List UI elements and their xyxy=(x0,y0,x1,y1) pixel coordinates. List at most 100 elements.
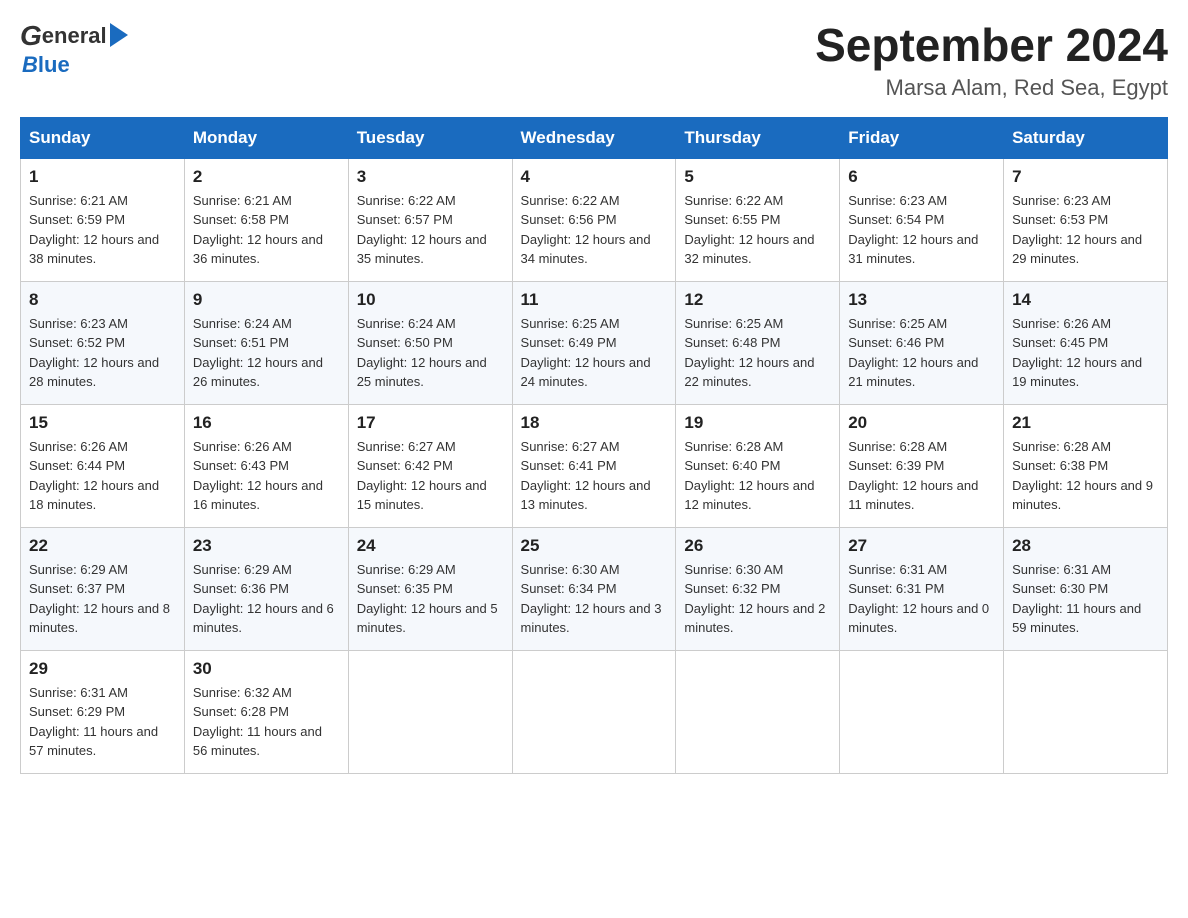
page-header: G eneral B lue September 2024 Marsa Alam… xyxy=(20,20,1168,101)
day-info: Sunrise: 6:25 AMSunset: 6:46 PMDaylight:… xyxy=(848,316,978,390)
calendar-cell: 10 Sunrise: 6:24 AMSunset: 6:50 PMDaylig… xyxy=(348,281,512,404)
calendar-cell: 19 Sunrise: 6:28 AMSunset: 6:40 PMDaylig… xyxy=(676,404,840,527)
day-info: Sunrise: 6:29 AMSunset: 6:35 PMDaylight:… xyxy=(357,562,498,636)
day-info: Sunrise: 6:23 AMSunset: 6:52 PMDaylight:… xyxy=(29,316,159,390)
day-number: 15 xyxy=(29,413,176,433)
calendar-week-row: 29 Sunrise: 6:31 AMSunset: 6:29 PMDaylig… xyxy=(21,650,1168,773)
calendar-table: SundayMondayTuesdayWednesdayThursdayFrid… xyxy=(20,117,1168,774)
day-info: Sunrise: 6:21 AMSunset: 6:58 PMDaylight:… xyxy=(193,193,323,267)
day-number: 9 xyxy=(193,290,340,310)
day-info: Sunrise: 6:24 AMSunset: 6:51 PMDaylight:… xyxy=(193,316,323,390)
day-number: 14 xyxy=(1012,290,1159,310)
day-number: 5 xyxy=(684,167,831,187)
calendar-cell: 1 Sunrise: 6:21 AMSunset: 6:59 PMDayligh… xyxy=(21,158,185,281)
day-info: Sunrise: 6:26 AMSunset: 6:44 PMDaylight:… xyxy=(29,439,159,513)
calendar-cell: 25 Sunrise: 6:30 AMSunset: 6:34 PMDaylig… xyxy=(512,527,676,650)
calendar-cell: 27 Sunrise: 6:31 AMSunset: 6:31 PMDaylig… xyxy=(840,527,1004,650)
calendar-cell: 14 Sunrise: 6:26 AMSunset: 6:45 PMDaylig… xyxy=(1004,281,1168,404)
day-number: 13 xyxy=(848,290,995,310)
calendar-cell: 21 Sunrise: 6:28 AMSunset: 6:38 PMDaylig… xyxy=(1004,404,1168,527)
calendar-week-row: 8 Sunrise: 6:23 AMSunset: 6:52 PMDayligh… xyxy=(21,281,1168,404)
calendar-cell: 13 Sunrise: 6:25 AMSunset: 6:46 PMDaylig… xyxy=(840,281,1004,404)
day-info: Sunrise: 6:28 AMSunset: 6:38 PMDaylight:… xyxy=(1012,439,1153,513)
calendar-cell: 16 Sunrise: 6:26 AMSunset: 6:43 PMDaylig… xyxy=(184,404,348,527)
logo-lue: lue xyxy=(38,52,70,78)
logo-arrow-icon xyxy=(110,23,128,47)
day-info: Sunrise: 6:31 AMSunset: 6:30 PMDaylight:… xyxy=(1012,562,1141,636)
day-number: 26 xyxy=(684,536,831,556)
day-number: 16 xyxy=(193,413,340,433)
day-number: 8 xyxy=(29,290,176,310)
calendar-cell: 29 Sunrise: 6:31 AMSunset: 6:29 PMDaylig… xyxy=(21,650,185,773)
col-header-tuesday: Tuesday xyxy=(348,117,512,158)
day-info: Sunrise: 6:25 AMSunset: 6:49 PMDaylight:… xyxy=(521,316,651,390)
calendar-subtitle: Marsa Alam, Red Sea, Egypt xyxy=(815,75,1168,101)
col-header-friday: Friday xyxy=(840,117,1004,158)
day-number: 30 xyxy=(193,659,340,679)
logo: G eneral B lue xyxy=(20,20,128,78)
col-header-thursday: Thursday xyxy=(676,117,840,158)
day-info: Sunrise: 6:31 AMSunset: 6:31 PMDaylight:… xyxy=(848,562,989,636)
calendar-cell: 5 Sunrise: 6:22 AMSunset: 6:55 PMDayligh… xyxy=(676,158,840,281)
col-header-saturday: Saturday xyxy=(1004,117,1168,158)
day-number: 17 xyxy=(357,413,504,433)
day-number: 21 xyxy=(1012,413,1159,433)
calendar-header-row: SundayMondayTuesdayWednesdayThursdayFrid… xyxy=(21,117,1168,158)
day-number: 4 xyxy=(521,167,668,187)
calendar-cell: 28 Sunrise: 6:31 AMSunset: 6:30 PMDaylig… xyxy=(1004,527,1168,650)
day-info: Sunrise: 6:28 AMSunset: 6:39 PMDaylight:… xyxy=(848,439,978,513)
day-number: 29 xyxy=(29,659,176,679)
day-info: Sunrise: 6:23 AMSunset: 6:53 PMDaylight:… xyxy=(1012,193,1142,267)
day-info: Sunrise: 6:24 AMSunset: 6:50 PMDaylight:… xyxy=(357,316,487,390)
calendar-cell: 30 Sunrise: 6:32 AMSunset: 6:28 PMDaylig… xyxy=(184,650,348,773)
calendar-cell: 8 Sunrise: 6:23 AMSunset: 6:52 PMDayligh… xyxy=(21,281,185,404)
calendar-cell: 3 Sunrise: 6:22 AMSunset: 6:57 PMDayligh… xyxy=(348,158,512,281)
day-info: Sunrise: 6:21 AMSunset: 6:59 PMDaylight:… xyxy=(29,193,159,267)
day-info: Sunrise: 6:29 AMSunset: 6:37 PMDaylight:… xyxy=(29,562,170,636)
calendar-cell: 20 Sunrise: 6:28 AMSunset: 6:39 PMDaylig… xyxy=(840,404,1004,527)
calendar-week-row: 1 Sunrise: 6:21 AMSunset: 6:59 PMDayligh… xyxy=(21,158,1168,281)
day-number: 2 xyxy=(193,167,340,187)
day-number: 27 xyxy=(848,536,995,556)
logo-b: B xyxy=(22,52,38,78)
calendar-cell: 12 Sunrise: 6:25 AMSunset: 6:48 PMDaylig… xyxy=(676,281,840,404)
day-info: Sunrise: 6:27 AMSunset: 6:41 PMDaylight:… xyxy=(521,439,651,513)
calendar-cell: 18 Sunrise: 6:27 AMSunset: 6:41 PMDaylig… xyxy=(512,404,676,527)
calendar-cell: 17 Sunrise: 6:27 AMSunset: 6:42 PMDaylig… xyxy=(348,404,512,527)
calendar-cell: 2 Sunrise: 6:21 AMSunset: 6:58 PMDayligh… xyxy=(184,158,348,281)
logo-eneral: eneral xyxy=(42,23,107,49)
calendar-cell xyxy=(676,650,840,773)
calendar-cell: 11 Sunrise: 6:25 AMSunset: 6:49 PMDaylig… xyxy=(512,281,676,404)
day-info: Sunrise: 6:32 AMSunset: 6:28 PMDaylight:… xyxy=(193,685,322,759)
col-header-wednesday: Wednesday xyxy=(512,117,676,158)
day-number: 6 xyxy=(848,167,995,187)
calendar-cell xyxy=(840,650,1004,773)
day-info: Sunrise: 6:26 AMSunset: 6:45 PMDaylight:… xyxy=(1012,316,1142,390)
calendar-cell: 7 Sunrise: 6:23 AMSunset: 6:53 PMDayligh… xyxy=(1004,158,1168,281)
day-info: Sunrise: 6:22 AMSunset: 6:55 PMDaylight:… xyxy=(684,193,814,267)
day-number: 19 xyxy=(684,413,831,433)
day-info: Sunrise: 6:29 AMSunset: 6:36 PMDaylight:… xyxy=(193,562,334,636)
col-header-sunday: Sunday xyxy=(21,117,185,158)
day-info: Sunrise: 6:30 AMSunset: 6:34 PMDaylight:… xyxy=(521,562,662,636)
calendar-cell: 22 Sunrise: 6:29 AMSunset: 6:37 PMDaylig… xyxy=(21,527,185,650)
calendar-cell: 9 Sunrise: 6:24 AMSunset: 6:51 PMDayligh… xyxy=(184,281,348,404)
calendar-cell: 6 Sunrise: 6:23 AMSunset: 6:54 PMDayligh… xyxy=(840,158,1004,281)
day-info: Sunrise: 6:31 AMSunset: 6:29 PMDaylight:… xyxy=(29,685,158,759)
calendar-week-row: 22 Sunrise: 6:29 AMSunset: 6:37 PMDaylig… xyxy=(21,527,1168,650)
calendar-cell xyxy=(348,650,512,773)
day-info: Sunrise: 6:23 AMSunset: 6:54 PMDaylight:… xyxy=(848,193,978,267)
logo-g: G xyxy=(20,20,42,52)
calendar-week-row: 15 Sunrise: 6:26 AMSunset: 6:44 PMDaylig… xyxy=(21,404,1168,527)
calendar-cell: 23 Sunrise: 6:29 AMSunset: 6:36 PMDaylig… xyxy=(184,527,348,650)
calendar-cell xyxy=(512,650,676,773)
day-number: 28 xyxy=(1012,536,1159,556)
day-number: 1 xyxy=(29,167,176,187)
calendar-cell xyxy=(1004,650,1168,773)
calendar-cell: 15 Sunrise: 6:26 AMSunset: 6:44 PMDaylig… xyxy=(21,404,185,527)
day-number: 7 xyxy=(1012,167,1159,187)
day-info: Sunrise: 6:27 AMSunset: 6:42 PMDaylight:… xyxy=(357,439,487,513)
day-info: Sunrise: 6:22 AMSunset: 6:57 PMDaylight:… xyxy=(357,193,487,267)
day-number: 3 xyxy=(357,167,504,187)
calendar-cell: 24 Sunrise: 6:29 AMSunset: 6:35 PMDaylig… xyxy=(348,527,512,650)
